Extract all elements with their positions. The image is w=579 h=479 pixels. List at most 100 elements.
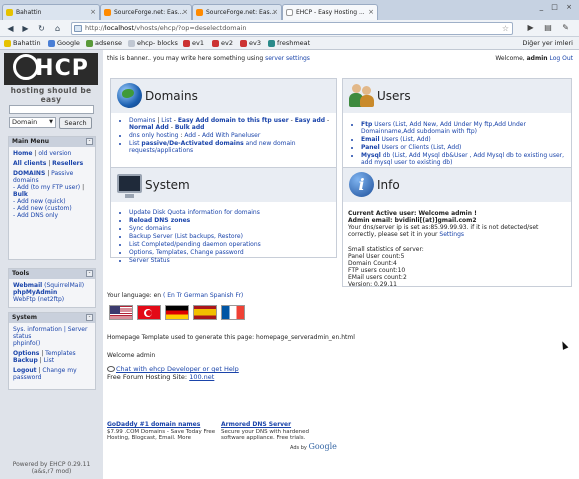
home-icon[interactable]: ⌂ (52, 23, 63, 34)
add-to-ftp-user-link[interactable]: - Add (to my FTP user) (13, 184, 80, 191)
forward-icon[interactable]: ▶ (20, 23, 31, 34)
window-controls[interactable]: _ □ × (540, 3, 575, 11)
webmail-suffix[interactable]: (SquirrelMail) (44, 282, 84, 289)
collapse-icon[interactable]: - (86, 314, 93, 321)
tab-close-icon[interactable]: × (368, 5, 374, 20)
bookmark-icon (6, 9, 13, 16)
bookmark-bahattin[interactable]: Bahattin (4, 38, 41, 49)
old-version-link[interactable]: old version (38, 150, 71, 157)
list-link[interactable]: List (44, 357, 55, 364)
browser-tab-sourceforge-2[interactable]: SourceForge.net: Eas... × (192, 4, 282, 20)
de-flag[interactable] (165, 305, 189, 320)
backup-link[interactable]: Backup (13, 357, 38, 364)
panel-links[interactable]: Users or Clients (List, Add) (382, 144, 462, 151)
ad-armored-dns[interactable]: Armored DNS Server Secure your DNS with … (221, 421, 331, 442)
add-quick-link[interactable]: - Add new (quick) (13, 198, 66, 205)
ehcp-logo[interactable]: HCP (4, 53, 98, 85)
domains-link[interactable]: DOMAINS (13, 170, 45, 177)
templates-link[interactable]: Templates (45, 350, 76, 357)
webmail-link[interactable]: Webmail (13, 282, 42, 289)
search-button[interactable]: Search (59, 117, 92, 129)
system-item[interactable]: List Completed/pending daemon operations (129, 241, 332, 248)
system-item[interactable]: Reload DNS zones (129, 217, 332, 224)
fr-flag[interactable] (221, 305, 245, 320)
mysql-label[interactable]: Mysql (361, 152, 381, 159)
bookmark-freshmeat[interactable]: freshmeat (268, 38, 310, 49)
resellers-link[interactable]: Resellers (52, 160, 83, 167)
server-settings-link[interactable]: server settings (265, 55, 310, 62)
language-links[interactable]: ( En Tr German Spanish Fr) (163, 292, 243, 299)
bookmark-ev2[interactable]: ev2 (212, 38, 233, 49)
add-dns-only-link[interactable]: - Add DNS only (13, 212, 58, 219)
easy-add-link[interactable]: Easy add (295, 117, 325, 124)
phpmyadmin-link[interactable]: phpMyAdmin (13, 289, 57, 296)
system-item[interactable]: Backup Server (List backups, Restore) (129, 233, 332, 240)
browser-tab-ehcp[interactable]: EHCP - Easy Hosting ... × (282, 4, 378, 20)
stat-line: FTP users count:10 (348, 267, 406, 274)
bookmark-ev3[interactable]: ev3 (240, 38, 261, 49)
ads-by-google[interactable]: Ads by Google (290, 442, 337, 451)
system-item[interactable]: Update Disk Quota information for domain… (129, 209, 332, 216)
logout-link[interactable]: Logout (13, 367, 37, 374)
free-forum-link[interactable]: 100.net (189, 373, 214, 381)
add-link[interactable]: Add (184, 132, 196, 139)
browser-tab-bahattin[interactable]: Bahattin × (2, 4, 100, 20)
collapse-icon[interactable]: - (86, 270, 93, 277)
ftp-label[interactable]: Ftp (361, 121, 372, 128)
panel-label[interactable]: Panel (361, 144, 380, 151)
box-title: Domains (145, 89, 198, 103)
logout-link[interactable]: Log Out (549, 55, 573, 62)
us-flag[interactable] (109, 305, 133, 320)
email-links[interactable]: Users (List, Add) (381, 136, 430, 143)
dns-only-hosting-link[interactable]: dns only hosting (129, 132, 178, 139)
bookmark-google[interactable]: Google (48, 38, 80, 49)
bulk-add-link[interactable]: Bulk add (175, 124, 205, 131)
normal-add-link[interactable]: Normal Add (129, 124, 169, 131)
home-link[interactable]: Home (13, 150, 32, 157)
toolbar-menu-icons[interactable]: ▶ ▤ ✎ (528, 23, 574, 32)
collapse-icon[interactable]: - (86, 138, 93, 145)
url-path: /vhosts/ehcp/?op=deselectdomain (134, 24, 247, 32)
back-icon[interactable]: ◀ (5, 23, 16, 34)
panel-header: System - (9, 313, 95, 323)
reload-icon[interactable]: ↻ (36, 23, 47, 34)
webftp-link[interactable]: WebFtp (net2ftp) (13, 296, 64, 303)
tr-flag[interactable] (137, 305, 161, 320)
tab-close-icon[interactable]: × (182, 5, 188, 20)
bookmark-ev1[interactable]: ev1 (183, 38, 204, 49)
list-link[interactable]: List (161, 117, 172, 124)
system-item[interactable]: Server Status (129, 257, 332, 264)
search-input[interactable] (9, 105, 94, 114)
tab-close-icon[interactable]: × (272, 5, 278, 20)
bookmark-adsense[interactable]: adsense (86, 38, 122, 49)
search-type-select[interactable]: Domain ▼ (9, 117, 56, 128)
tab-close-icon[interactable]: × (90, 5, 96, 20)
ftp-links[interactable]: Users (List, Add New, Add Under My ftp,A… (361, 121, 526, 135)
bookmark-ehcp-blocks[interactable]: ehcp- blocks (128, 38, 178, 49)
address-bar[interactable]: http://localhost/vhosts/ehcp/?op=deselec… (71, 22, 513, 35)
passive-domains-link[interactable]: passive/De-Activated domains (141, 140, 243, 147)
phpinfo-link[interactable]: phpinfo() (13, 340, 40, 347)
options-link[interactable]: Options (13, 350, 39, 357)
all-clients-link[interactable]: All clients (13, 160, 46, 167)
system-item[interactable]: Options, Templates, Change password (129, 249, 332, 256)
ad-godaddy[interactable]: GoDaddy #1 domain names $7.99 .COM Domai… (107, 421, 217, 442)
browser-tab-sourceforge-1[interactable]: SourceForge.net: Eas... × (100, 4, 192, 20)
mysql-links[interactable]: db (List, Add Mysql db&User , Add Mysql … (361, 152, 564, 166)
stat-line: Domain Count:4 (348, 260, 397, 267)
bookmark-star-icon[interactable]: ☆ (502, 23, 509, 34)
email-label[interactable]: Email (361, 136, 380, 143)
es-flag[interactable] (193, 305, 217, 320)
bulk-link[interactable]: Bulk (13, 191, 28, 198)
settings-link[interactable]: Settings (439, 231, 464, 238)
domains-link[interactable]: Domains (129, 117, 155, 124)
sys-info-link[interactable]: Sys. information | Server status (13, 326, 87, 340)
bookmark-label: ehcp- blocks (137, 39, 178, 47)
add-custom-link[interactable]: - Add new (custom) (13, 205, 72, 212)
chat-link[interactable]: Chat with ehcp Developer or get Help (116, 365, 239, 373)
other-bookmarks[interactable]: Diğer yer imleri (522, 38, 573, 49)
easy-add-ftp-link[interactable]: Easy Add domain to this ftp user (178, 117, 289, 124)
list-link[interactable]: List (129, 140, 140, 147)
system-item[interactable]: Sync domains (129, 225, 332, 232)
add-with-paneluser-link[interactable]: Add With Paneluser (202, 132, 260, 139)
